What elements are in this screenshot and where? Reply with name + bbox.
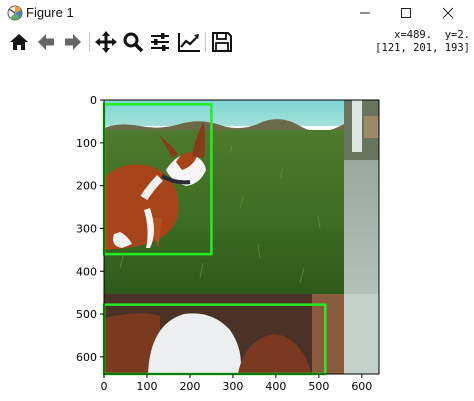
edit-axis-button[interactable] [176, 29, 202, 55]
title-bar: Figure 1 [0, 0, 474, 26]
subplots-configure-icon [151, 33, 169, 51]
zoom-magnifier-icon [123, 32, 144, 53]
zoom-button[interactable] [120, 29, 146, 55]
x-tick-label: 0 [101, 380, 108, 393]
save-button[interactable] [209, 29, 235, 55]
toolbar-separator [89, 32, 90, 52]
close-icon [442, 7, 454, 19]
figure-svg: 0 100 200 300 400 500 600 0 100 200 300 400 500 600 [76, 94, 380, 393]
pan-button[interactable] [93, 29, 119, 55]
x-tick-label: 200 [179, 380, 200, 393]
configure-subplots-button[interactable] [147, 29, 173, 55]
cursor-coordinate-readout: x=489. y=2. [121, 201, 193] [375, 29, 470, 54]
pixel-value-line: [121, 201, 193] [375, 41, 470, 54]
maximize-button[interactable] [386, 0, 426, 26]
y-axis: 0 100 200 300 400 500 600 [76, 94, 104, 364]
back-button[interactable] [33, 29, 59, 55]
close-button[interactable] [428, 0, 468, 26]
y-tick-label: 400 [76, 265, 97, 278]
window-title: Figure 1 [26, 5, 74, 20]
home-icon [10, 34, 28, 50]
maximize-icon [401, 8, 411, 18]
x-axis: 0 100 200 300 400 500 600 [101, 374, 372, 393]
x-tick-label: 400 [265, 380, 286, 393]
matplotlib-icon [6, 4, 24, 22]
image-content [104, 100, 379, 374]
edit-axis-icon [178, 33, 200, 52]
y-tick-label: 600 [76, 351, 97, 364]
home-button[interactable] [6, 29, 32, 55]
y-tick-label: 300 [76, 222, 97, 235]
toolbar-separator [205, 32, 206, 52]
x-tick-label: 500 [308, 380, 329, 393]
y-tick-label: 200 [76, 180, 97, 193]
save-floppy-icon [212, 32, 232, 52]
forward-arrow-icon [65, 34, 81, 50]
figure-canvas[interactable]: 0 100 200 300 400 500 600 0 100 200 300 400 500 600 [0, 58, 474, 401]
x-tick-label: 300 [222, 380, 243, 393]
y-tick-label: 500 [76, 308, 97, 321]
navigation-toolbar: x=489. y=2. [121, 201, 193] [0, 27, 474, 58]
y-tick-label: 0 [90, 94, 97, 107]
coordinate-line: x=489. y=2. [394, 29, 470, 41]
x-tick-label: 100 [136, 380, 157, 393]
y-tick-label: 100 [76, 137, 97, 150]
minimize-button[interactable] [345, 0, 385, 26]
x-tick-label: 600 [351, 380, 372, 393]
minimize-icon [360, 12, 370, 14]
forward-button[interactable] [60, 29, 86, 55]
pan-move-icon [95, 31, 117, 53]
back-arrow-icon [38, 34, 54, 50]
